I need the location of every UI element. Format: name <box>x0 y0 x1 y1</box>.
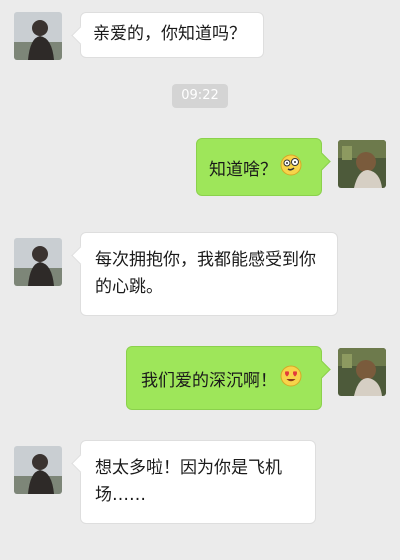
message-bubble[interactable]: 我们爱的深沉啊！ <box>126 346 322 410</box>
person-photo-icon <box>14 238 62 286</box>
message-bubble[interactable]: 亲爱的，你知道吗？ <box>80 12 264 58</box>
message-bubble[interactable]: 知道啥？ <box>196 138 322 196</box>
timestamp-badge: 09:22 <box>172 84 228 108</box>
message-text: 我们爱的深沉啊！ <box>141 370 277 391</box>
message-bubble[interactable]: 每次拥抱你，我都能感受到你的心跳。 <box>80 232 338 316</box>
message-text: 知道啥？ <box>209 159 277 180</box>
person-photo-icon <box>338 348 386 396</box>
my-avatar[interactable] <box>338 348 386 396</box>
dizzy-face-emoji-icon <box>279 153 303 186</box>
chat-area: 亲爱的，你知道吗？ 09:22 知道啥？ 每次拥抱你，我都能感受到你的心跳。 我… <box>0 0 400 560</box>
heart-eyes-emoji-icon <box>279 364 303 397</box>
person-photo-icon <box>14 12 62 60</box>
message-bubble[interactable]: 想太多啦！因为你是飞机场…… <box>80 440 316 524</box>
message-text: 亲爱的，你知道吗？ <box>93 24 246 44</box>
message-text: 想太多啦！因为你是飞机场…… <box>95 458 282 505</box>
person-photo-icon <box>14 446 62 494</box>
contact-avatar[interactable] <box>14 12 62 60</box>
message-text: 每次拥抱你，我都能感受到你的心跳。 <box>95 250 316 297</box>
my-avatar[interactable] <box>338 140 386 188</box>
person-photo-icon <box>338 140 386 188</box>
contact-avatar[interactable] <box>14 446 62 494</box>
contact-avatar[interactable] <box>14 238 62 286</box>
